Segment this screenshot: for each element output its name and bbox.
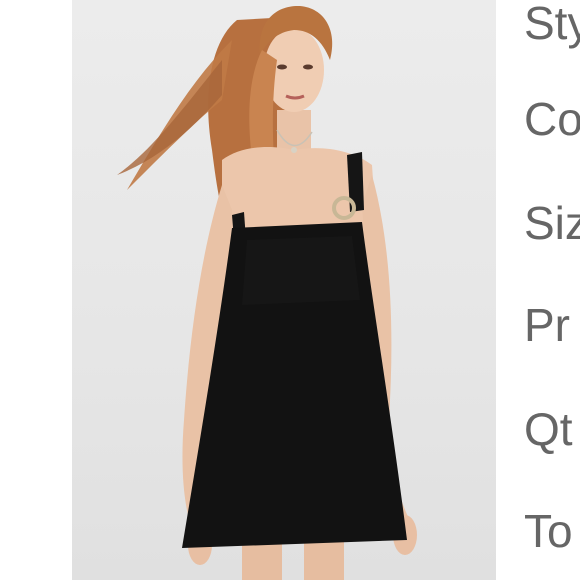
- detail-label-style: Sty: [524, 0, 580, 49]
- detail-label-price: Pr: [524, 299, 570, 351]
- detail-label-color: Co: [524, 93, 580, 145]
- details-panel: Sty Co Siz Pr Qt To: [496, 0, 580, 580]
- detail-label-total: To: [524, 505, 573, 557]
- detail-label-quantity: Qt: [524, 403, 573, 455]
- detail-label-size: Siz: [524, 197, 580, 249]
- left-margin: [0, 0, 72, 580]
- product-photo: [72, 0, 496, 580]
- model-illustration: [117, 5, 417, 580]
